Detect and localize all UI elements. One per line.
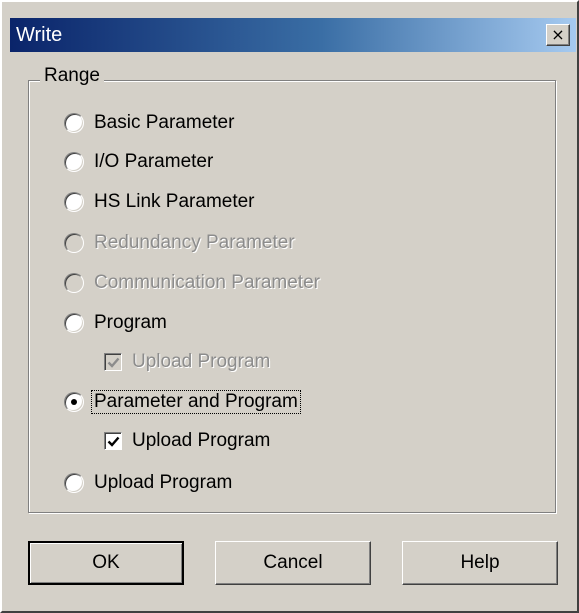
checkmark-icon	[107, 357, 119, 368]
radio-parameter-and-program[interactable]: Parameter and Program	[64, 388, 301, 416]
radio-communication-parameter: Communication Parameter	[64, 269, 320, 297]
checkbox-indicator	[104, 353, 122, 371]
radio-program[interactable]: Program	[64, 309, 167, 337]
title-bar[interactable]: Write ×	[10, 18, 576, 52]
radio-indicator[interactable]	[64, 313, 84, 333]
close-button[interactable]: ×	[546, 24, 570, 46]
radio-label: Redundancy Parameter	[94, 232, 295, 253]
radio-label: I/O Parameter	[94, 151, 214, 172]
radio-indicator	[64, 273, 84, 293]
close-icon: ×	[551, 25, 565, 44]
range-legend: Range	[40, 65, 104, 87]
radio-indicator[interactable]	[64, 473, 84, 493]
radio-hs-link-parameter[interactable]: HS Link Parameter	[64, 188, 255, 216]
radio-indicator	[64, 233, 84, 253]
ok-button[interactable]: OK	[28, 541, 184, 585]
checkbox-program-upload: Upload Program	[104, 348, 270, 376]
radio-indicator[interactable]	[64, 113, 84, 133]
radio-label: Parameter and Program	[91, 390, 301, 414]
window-title: Write	[16, 24, 63, 46]
checkbox-indicator[interactable]	[104, 432, 122, 450]
radio-indicator[interactable]	[64, 392, 84, 412]
radio-label: Basic Parameter	[94, 112, 235, 133]
checkmark-icon	[107, 436, 119, 447]
checkbox-label: Upload Program	[132, 430, 271, 451]
radio-label: Upload Program	[94, 472, 233, 493]
radio-io-parameter[interactable]: I/O Parameter	[64, 148, 213, 176]
radio-basic-parameter[interactable]: Basic Parameter	[64, 109, 234, 137]
radio-label: Program	[94, 312, 167, 333]
radio-label: Communication Parameter	[94, 272, 320, 293]
help-button[interactable]: Help	[402, 541, 558, 585]
checkbox-label: Upload Program	[132, 351, 271, 372]
cancel-button[interactable]: Cancel	[215, 541, 371, 585]
checkbox-param-program-upload[interactable]: Upload Program	[104, 427, 270, 455]
radio-upload-program[interactable]: Upload Program	[64, 469, 232, 497]
radio-label: HS Link Parameter	[94, 191, 255, 212]
radio-indicator[interactable]	[64, 192, 84, 212]
radio-indicator[interactable]	[64, 152, 84, 172]
radio-redundancy-parameter: Redundancy Parameter	[64, 229, 295, 257]
